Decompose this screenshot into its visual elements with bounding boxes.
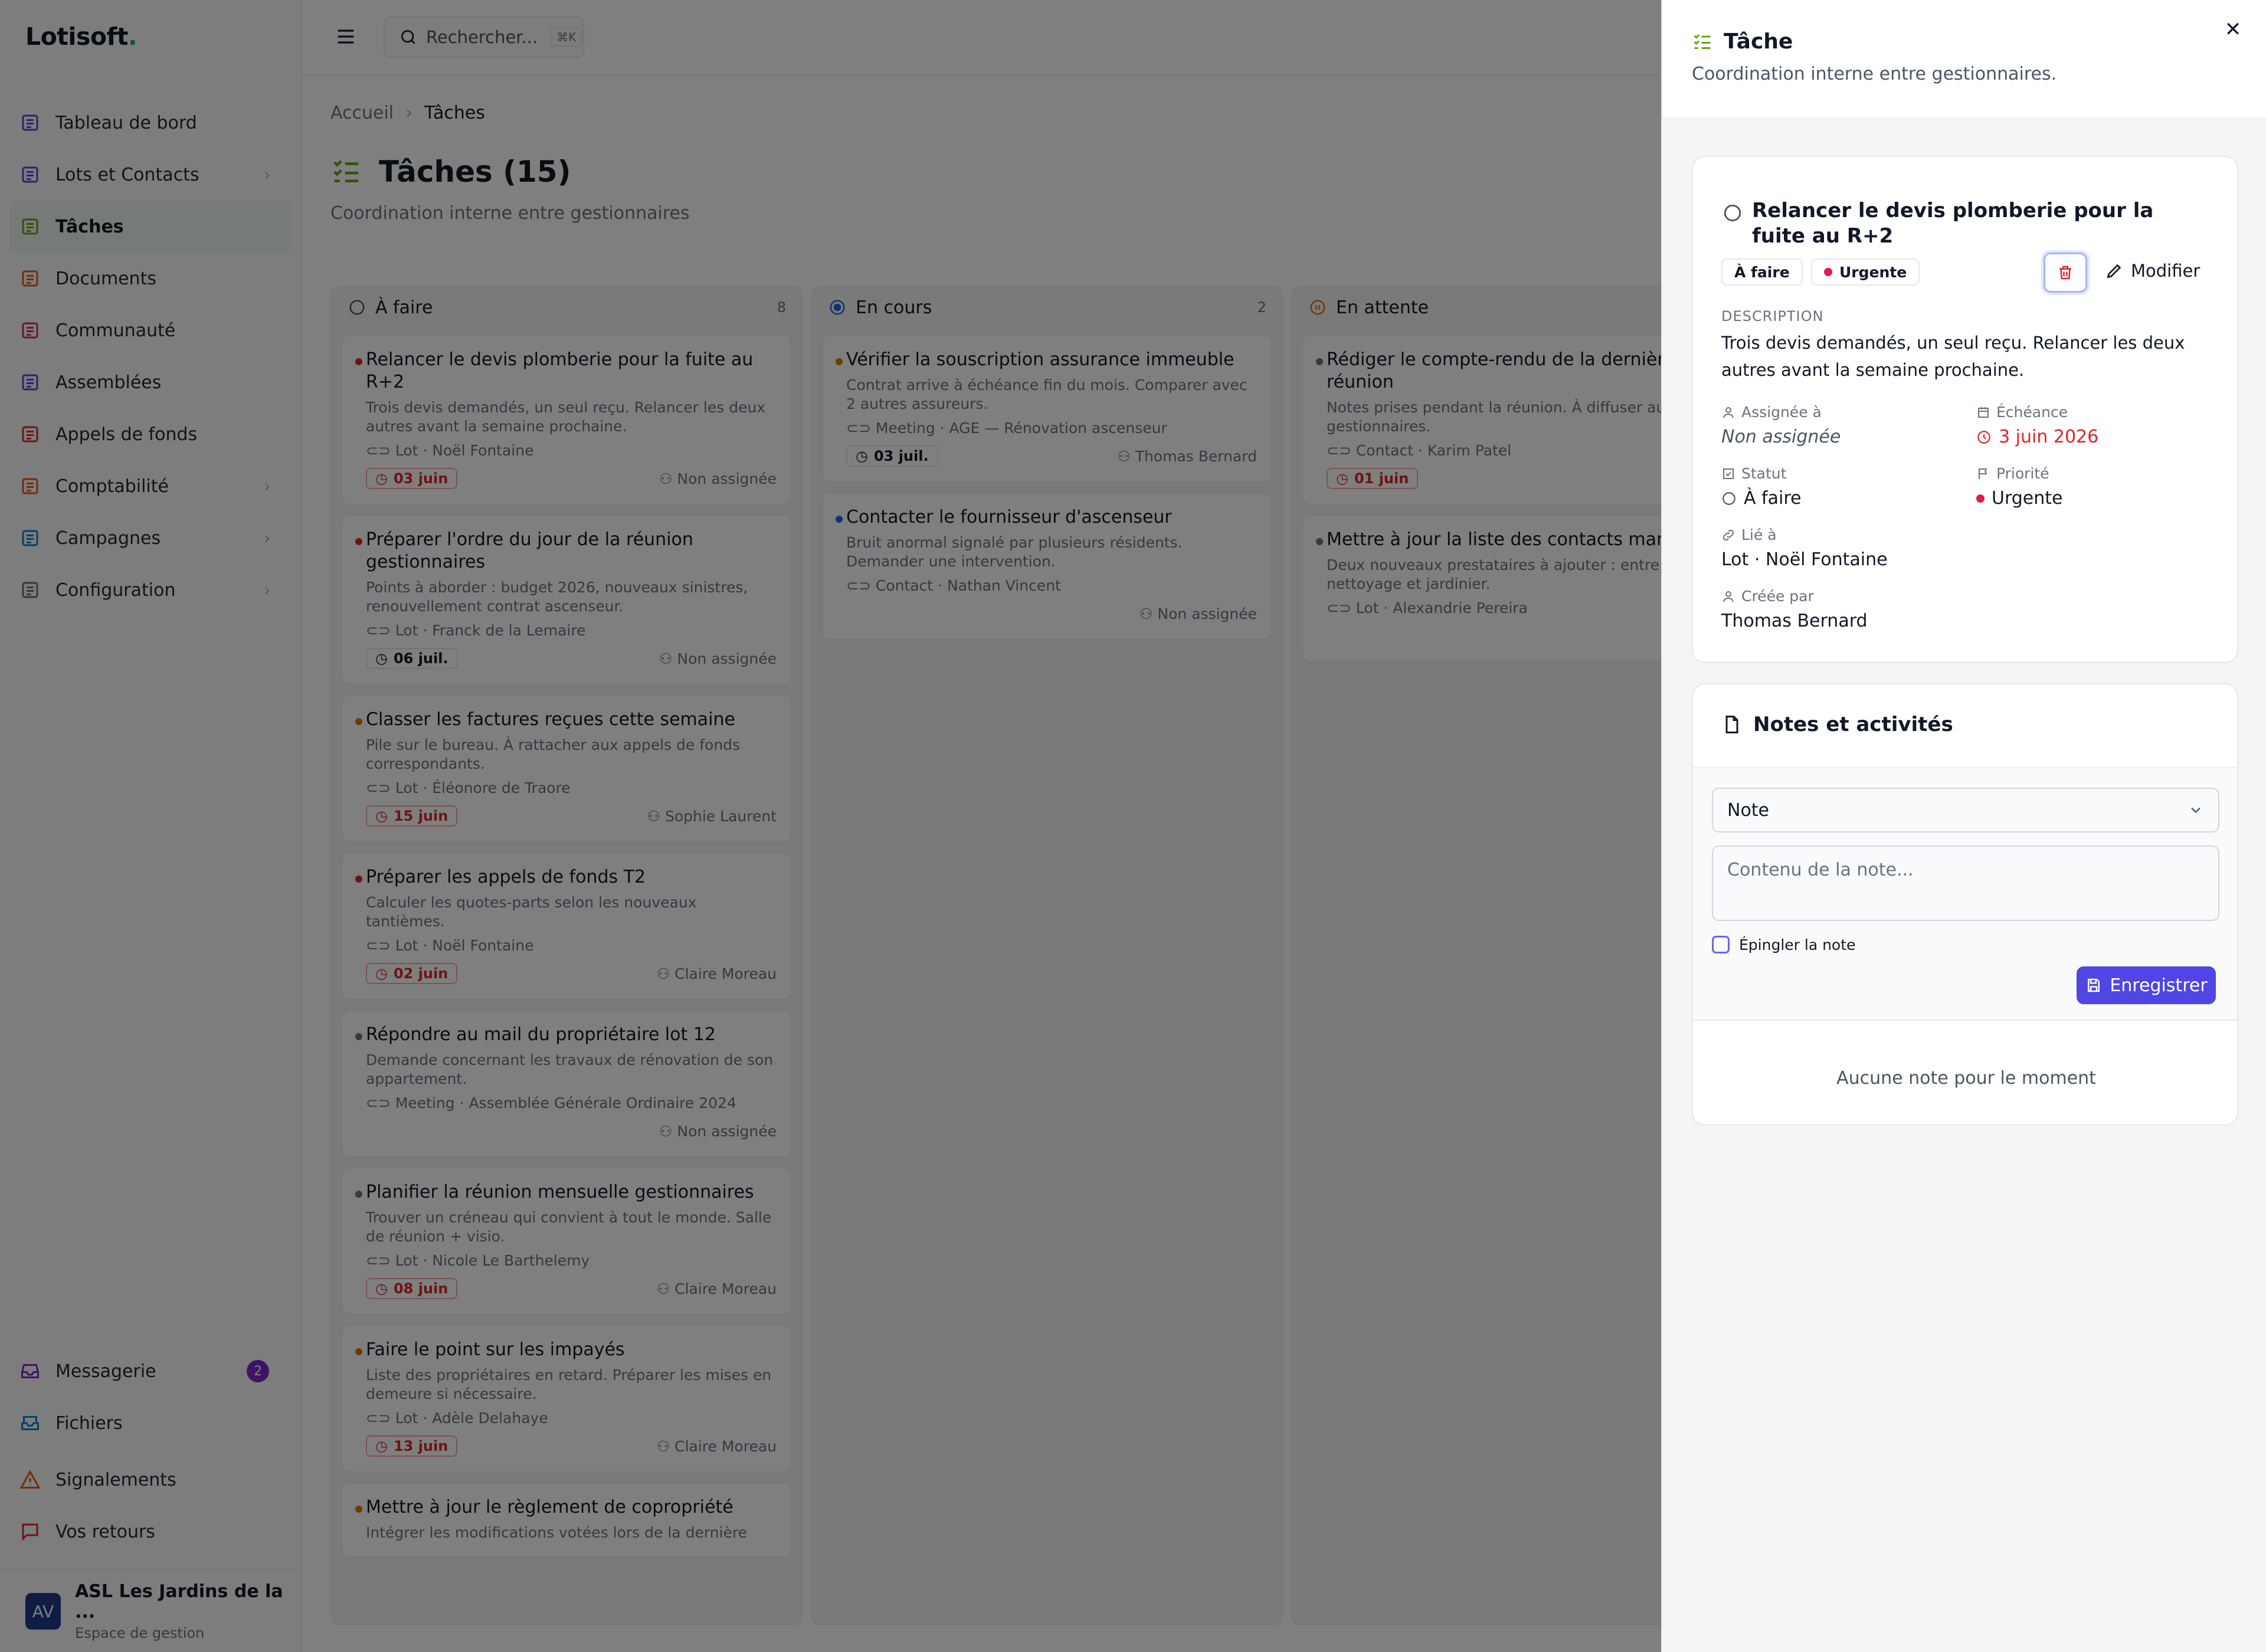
notes-header: Notes et activités — [1721, 713, 1953, 736]
priority-badge: Urgente — [1811, 258, 1920, 286]
pin-note-checkbox[interactable]: Épingler la note — [1712, 936, 1855, 953]
flag-icon — [1979, 468, 1987, 479]
linked-lot-link[interactable]: Lot · Noël Fontaine — [1721, 549, 1888, 570]
panel-header: Tâche — [1692, 30, 1793, 54]
note-content-textarea[interactable]: Contenu de la note... — [1712, 845, 2219, 921]
task-description: Trois devis demandés, un seul reçu. Rela… — [1721, 333, 2185, 380]
status-circle-icon[interactable] — [1723, 203, 1743, 228]
save-note-button[interactable]: Enregistrer — [2077, 966, 2216, 1004]
status-badge: À faire — [1721, 258, 1803, 286]
notes-empty-state: Aucune note pour le moment — [1836, 1068, 2096, 1089]
modal-overlay[interactable] — [0, 0, 1661, 1652]
panel-body: Relancer le devis plomberie pour la fuit… — [1662, 117, 2266, 1652]
user-icon — [1723, 407, 1734, 418]
note-type-select[interactable]: Note — [1712, 788, 2219, 832]
edit-button[interactable]: Modifier — [2105, 261, 2200, 281]
task-details-card: Relancer le devis plomberie pour la fuit… — [1692, 156, 2238, 663]
checklist-icon — [1694, 34, 1711, 49]
created-by-field: Créée par Thomas Bernard — [1721, 588, 1868, 631]
status-field: Statut À faire — [1721, 465, 1801, 509]
save-icon — [2088, 978, 2100, 992]
close-icon[interactable]: ✕ — [2222, 18, 2244, 41]
linked-field: Lié à Lot · Noël Fontaine — [1721, 526, 1888, 570]
chevron-down-icon — [2191, 807, 2200, 814]
assigned-field: Assignée à Non assignée — [1721, 404, 1841, 447]
clock-icon — [1977, 430, 1990, 444]
panel-title: Tâche — [1724, 30, 1793, 54]
calendar-icon — [1978, 407, 1989, 418]
note-form: Note Contenu de la note... Épingler la n… — [1693, 767, 2237, 1021]
user-icon — [1723, 591, 1734, 602]
task-title: Relancer le devis plomberie pour la fuit… — [1752, 199, 2154, 248]
document-icon — [1725, 716, 1738, 733]
panel-subtitle: Coordination interne entre gestionnaires… — [1692, 64, 2057, 84]
pencil-icon — [2107, 264, 2121, 278]
notes-card: Notes et activités Note Contenu de la no… — [1692, 683, 2238, 1126]
description-label: DESCRIPTION — [1721, 308, 1824, 324]
link-icon — [1723, 529, 1734, 540]
trash-icon — [2059, 266, 2071, 280]
due-field: Échéance 3 juin 2026 — [1976, 404, 2098, 447]
checkbox-icon — [1723, 468, 1734, 479]
priority-field: Priorité Urgente — [1976, 465, 2063, 509]
task-panel: Tâche Coordination interne entre gestion… — [1661, 0, 2266, 1652]
circle-icon — [1723, 491, 1735, 505]
delete-button[interactable] — [2044, 253, 2087, 293]
